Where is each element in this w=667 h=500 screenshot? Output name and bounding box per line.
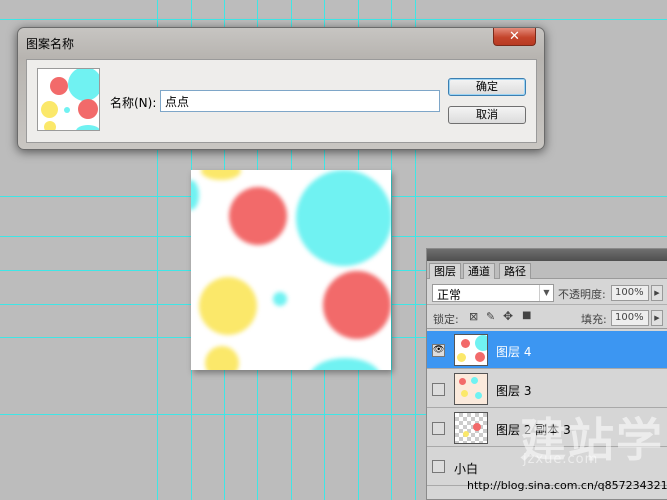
fill-arrow-icon[interactable]: ▶ [651, 310, 663, 326]
red-dot [78, 99, 98, 119]
red-dot [459, 378, 466, 385]
chevron-down-icon: ▼ [539, 285, 553, 301]
opacity-field[interactable]: 100% [611, 285, 649, 301]
cyan-dot [475, 392, 482, 399]
fill-label: 填充: [581, 313, 607, 326]
visibility-toggle[interactable] [432, 383, 445, 396]
visibility-toggle[interactable] [432, 422, 445, 435]
cyan-dot [273, 292, 287, 306]
yellow-dot [463, 431, 469, 437]
layer-thumbnail [454, 334, 488, 366]
cyan-dot [64, 107, 70, 113]
tab-layers[interactable]: 图层 [429, 263, 461, 279]
panel-tabs: 图层 通道 路径 [427, 261, 667, 279]
tab-channels[interactable]: 通道 [463, 263, 495, 279]
panel-title-bar[interactable] [427, 249, 667, 261]
lock-label: 锁定: [433, 313, 459, 326]
yellow-dot [461, 390, 468, 397]
guide-line [0, 19, 667, 20]
pattern-preview [37, 68, 100, 131]
layer-row[interactable]: 👁 图层 4 [427, 331, 667, 369]
yellow-dot [44, 121, 56, 130]
opacity-label: 不透明度: [558, 288, 606, 301]
layer-name: 图层 4 [496, 345, 532, 359]
name-input[interactable] [160, 90, 440, 112]
eye-icon[interactable]: 👁 [432, 344, 445, 357]
layer-thumbnail [454, 373, 488, 405]
red-dot [323, 271, 391, 339]
cyan-dot [191, 180, 199, 210]
document-canvas[interactable] [191, 170, 391, 370]
dialog-title: 图案名称 [26, 37, 75, 51]
cyan-dot [309, 358, 381, 370]
lock-brush-icon[interactable]: ✎ [486, 310, 495, 323]
layer-name: 图层 3 [496, 384, 532, 398]
blend-mode-value: 正常 [437, 288, 462, 302]
opacity-arrow-icon[interactable]: ▶ [651, 285, 663, 301]
layer-name: 小白 [454, 462, 479, 476]
pattern-name-dialog: 图案名称 ✕ 名称(N): 确定 取消 [17, 27, 545, 150]
red-dot [461, 339, 470, 348]
cyan-dot [76, 125, 99, 130]
cyan-dot [68, 69, 99, 101]
red-dot [475, 352, 485, 362]
red-dot [50, 77, 68, 95]
close-button[interactable]: ✕ [493, 28, 536, 46]
yellow-dot [41, 101, 58, 118]
yellow-dot [201, 170, 241, 180]
blend-row: 正常 ▼ 不透明度: 100% ▶ [427, 281, 667, 305]
yellow-dot [199, 277, 257, 335]
cyan-dot [475, 335, 487, 351]
watermark-url: http://blog.sina.com.cn/q857234321 [467, 479, 667, 492]
visibility-toggle[interactable] [432, 460, 445, 473]
tab-paths[interactable]: 路径 [499, 263, 531, 279]
red-dot [229, 187, 287, 245]
fill-field[interactable]: 100% [611, 310, 649, 326]
name-label: 名称(N): [110, 96, 157, 110]
lock-icon[interactable]: ■ [522, 310, 531, 321]
yellow-dot [205, 346, 239, 370]
lock-move-icon[interactable]: ✥ [503, 309, 513, 323]
red-dot [473, 423, 481, 431]
layer-thumbnail [454, 412, 488, 444]
lock-transparent-icon[interactable]: ⊠ [469, 310, 478, 323]
lock-row: 锁定: ⊠ ✎ ✥ ■ 填充: 100% ▶ [427, 307, 667, 329]
ok-button[interactable]: 确定 [448, 78, 526, 96]
yellow-dot [457, 353, 466, 362]
cancel-button[interactable]: 取消 [448, 106, 526, 124]
cyan-dot [296, 170, 391, 266]
blend-mode-select[interactable]: 正常 ▼ [432, 284, 554, 302]
dialog-body: 名称(N): 确定 取消 [26, 59, 537, 143]
layer-row[interactable]: 图层 3 [427, 370, 667, 408]
cyan-dot [471, 377, 478, 384]
watermark-domain: jzxue.com [523, 452, 599, 467]
